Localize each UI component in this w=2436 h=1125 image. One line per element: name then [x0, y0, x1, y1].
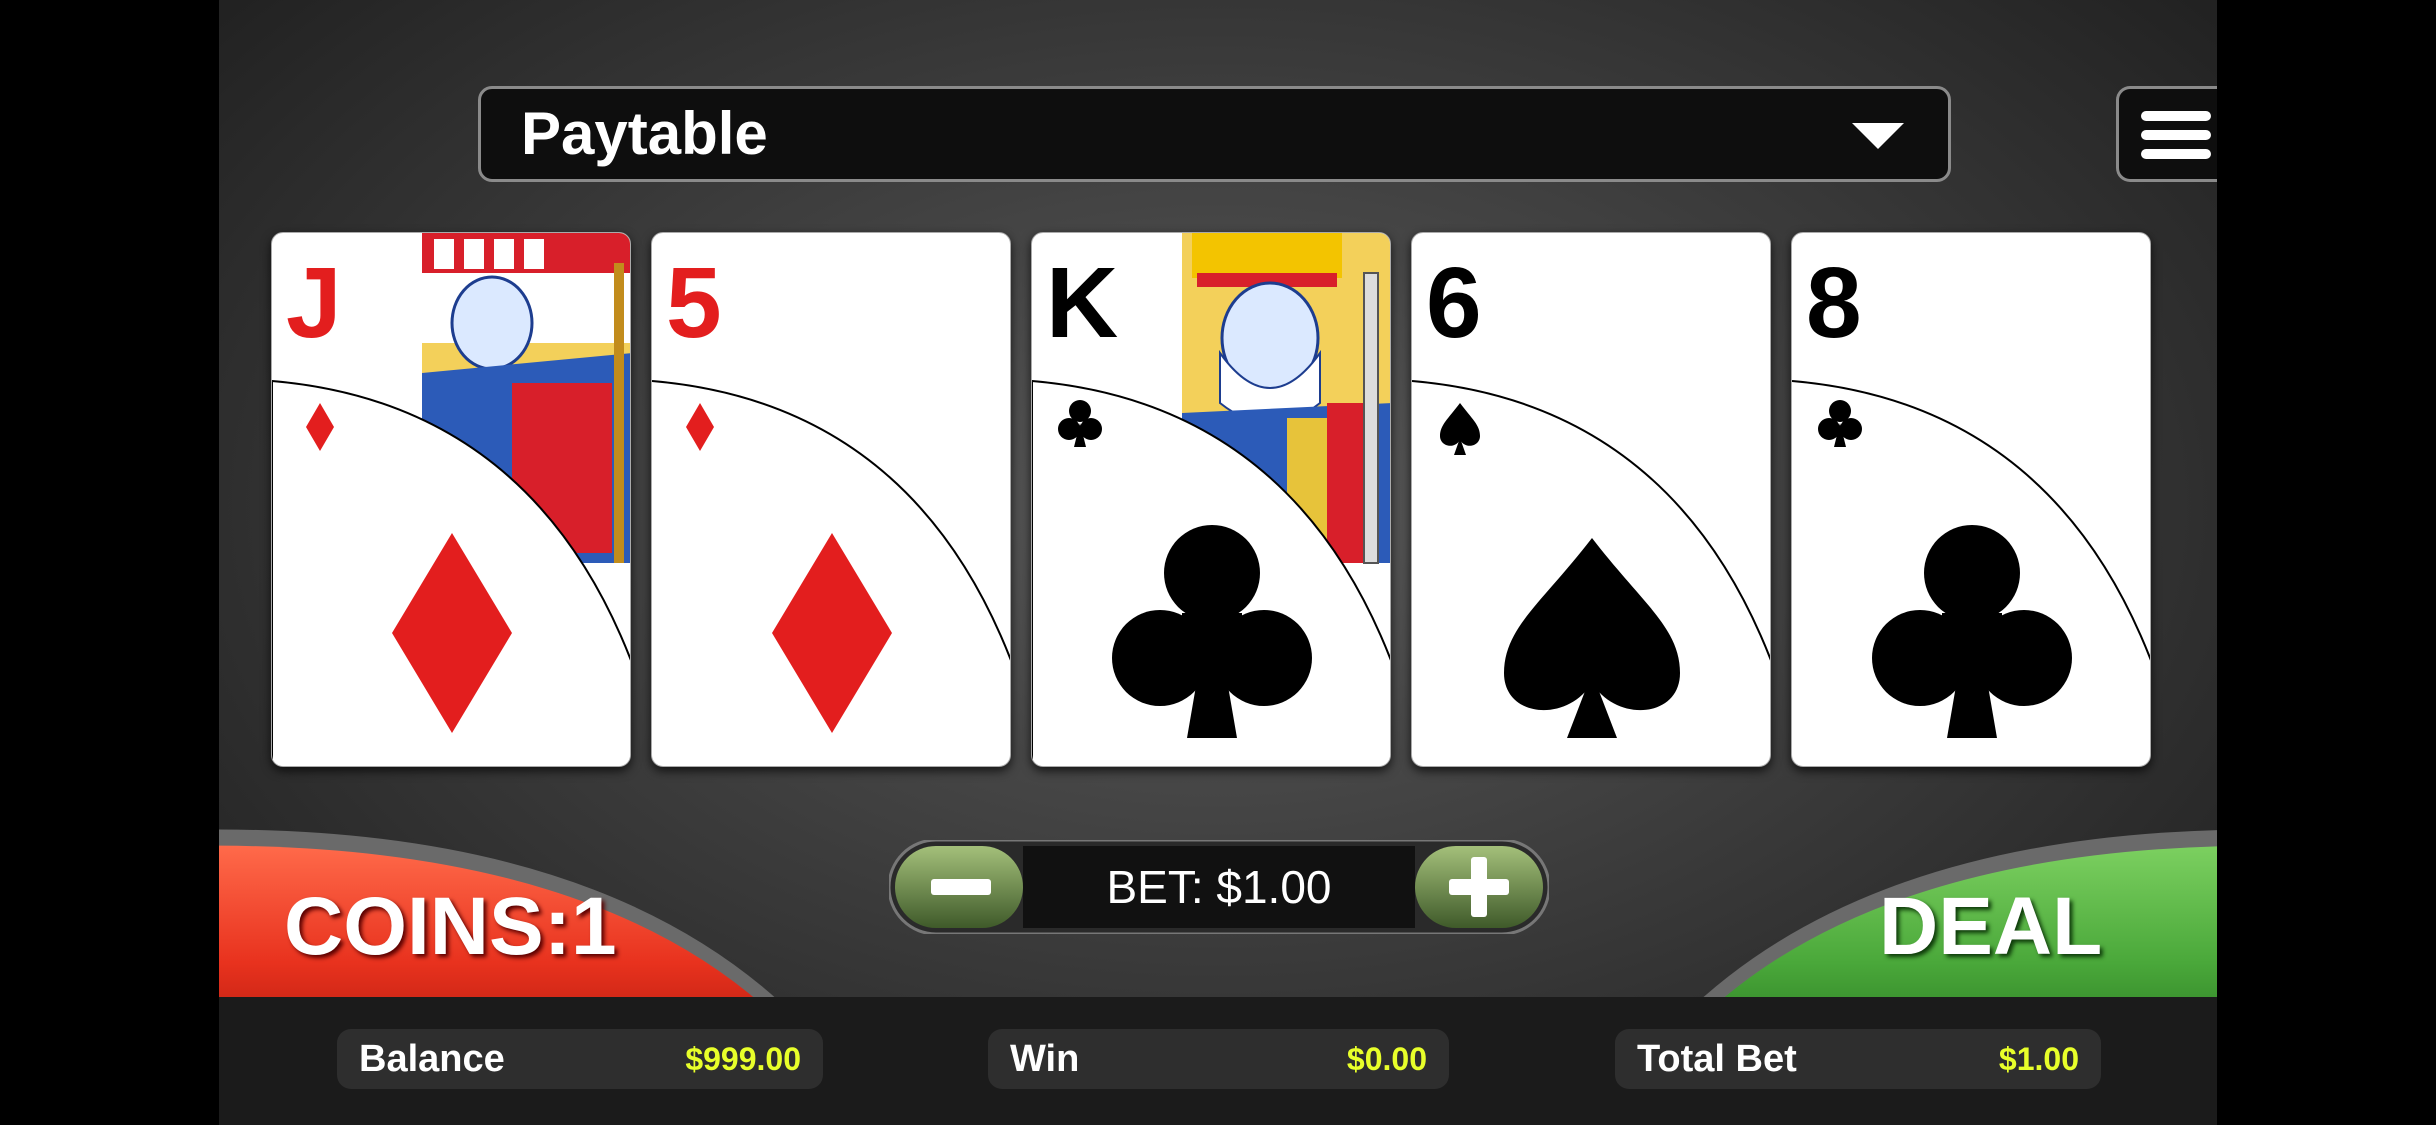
game-table: Paytable J 5 K 6 8 COINS:1 BET: $1.00 DE… — [219, 0, 2217, 1125]
win-value: $0.00 — [1346, 1041, 1427, 1077]
win-display: Win $0.00 — [988, 1029, 1449, 1089]
balance-value: $999.00 — [685, 1041, 801, 1077]
card-4[interactable]: 6 — [1411, 232, 1771, 767]
bet-control: BET: $1.00 — [887, 838, 1551, 936]
diamond-icon — [306, 403, 512, 733]
win-label: Win — [1010, 1038, 1080, 1080]
total-bet-value: $1.00 — [1998, 1041, 2079, 1077]
total-bet-label: Total Bet — [1637, 1038, 1797, 1080]
total-bet-display: Total Bet $1.00 — [1615, 1029, 2101, 1089]
bet-decrease-button[interactable] — [895, 846, 1023, 928]
hamburger-icon — [2141, 111, 2211, 121]
club-icon — [1058, 400, 1312, 738]
bet-increase-button[interactable] — [1415, 846, 1543, 928]
coins-label: COINS:1 — [284, 881, 617, 972]
chevron-down-icon — [1852, 123, 1904, 149]
diamond-icon — [686, 403, 892, 733]
paytable-dropdown[interactable]: Paytable — [478, 86, 1951, 182]
spade-icon — [1440, 403, 1680, 738]
paytable-label: Paytable — [521, 100, 768, 167]
card-3[interactable]: K — [1031, 232, 1391, 767]
bet-label: BET: $1.00 — [1106, 861, 1332, 913]
card-5[interactable]: 8 — [1791, 232, 2151, 767]
club-icon — [1818, 400, 2072, 738]
card-2[interactable]: 5 — [651, 232, 1011, 767]
menu-button[interactable] — [2116, 86, 2217, 182]
card-1[interactable]: J — [271, 232, 631, 767]
balance-display: Balance $999.00 — [337, 1029, 823, 1089]
deal-label: DEAL — [1879, 881, 2103, 972]
balance-label: Balance — [359, 1038, 505, 1080]
minus-icon — [931, 879, 991, 895]
